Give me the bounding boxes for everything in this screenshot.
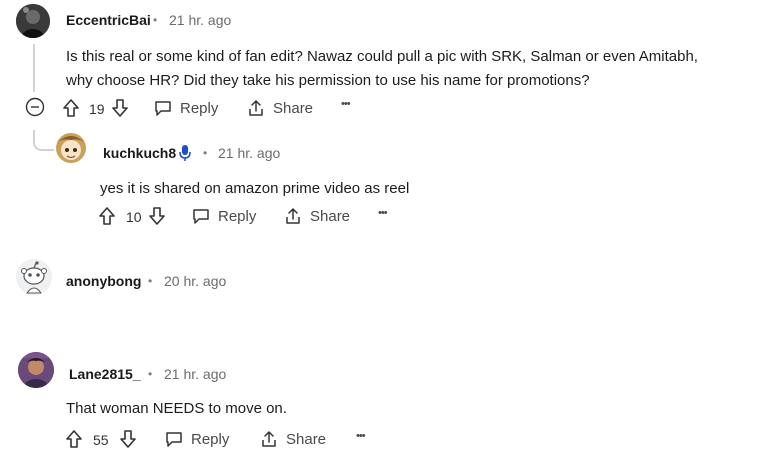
reply-label[interactable]: Reply (218, 208, 256, 225)
share-label[interactable]: Share (310, 208, 350, 225)
collapse-thread-icon[interactable] (25, 97, 45, 117)
user-avatar-icon (18, 352, 54, 388)
vote-count: 55 (93, 432, 109, 448)
comment-body: yes it is shared on amazon prime video a… (100, 180, 410, 197)
share-label[interactable]: Share (286, 431, 326, 448)
separator-dot: • (148, 367, 153, 381)
avatar[interactable] (16, 259, 52, 295)
username[interactable]: anonybong (66, 273, 141, 289)
comment-body-line: Is this real or some kind of fan edit? N… (66, 48, 698, 65)
avatar[interactable] (54, 132, 88, 166)
more-options-icon[interactable]: ••• (341, 98, 351, 110)
timestamp[interactable]: 20 hr. ago (164, 273, 226, 289)
separator-dot: • (148, 274, 153, 288)
downvote-icon[interactable] (119, 429, 137, 449)
share-icon[interactable] (259, 429, 279, 449)
upvote-icon[interactable] (65, 429, 83, 449)
user-avatar-icon (16, 4, 50, 38)
share-icon[interactable] (246, 98, 266, 118)
separator-dot: • (203, 146, 208, 160)
reply-icon[interactable] (191, 207, 211, 225)
username[interactable]: kuchkuch8 (103, 145, 176, 161)
username[interactable]: Lane2815_ (69, 366, 141, 382)
upvote-icon[interactable] (62, 98, 80, 118)
comment-body-line: why choose HR? Did they take his permiss… (66, 72, 590, 89)
timestamp[interactable]: 21 hr. ago (169, 12, 231, 28)
vote-count: 19 (89, 101, 105, 117)
downvote-icon[interactable] (148, 206, 166, 226)
avatar[interactable] (16, 4, 50, 38)
username[interactable]: EccentricBai (66, 12, 151, 28)
reply-label[interactable]: Reply (180, 100, 218, 117)
share-label[interactable]: Share (273, 100, 313, 117)
downvote-icon[interactable] (111, 98, 129, 118)
thread-line[interactable] (33, 44, 35, 92)
reply-label[interactable]: Reply (191, 431, 229, 448)
microphone-icon (179, 145, 191, 161)
reply-icon[interactable] (164, 430, 184, 448)
more-options-icon[interactable]: ••• (378, 207, 388, 219)
timestamp[interactable]: 21 hr. ago (218, 145, 280, 161)
avatar[interactable] (18, 352, 54, 388)
comment-body: That woman NEEDS to move on. (66, 400, 287, 417)
upvote-icon[interactable] (98, 206, 116, 226)
timestamp[interactable]: 21 hr. ago (164, 366, 226, 382)
user-avatar-icon (56, 133, 86, 163)
reply-icon[interactable] (153, 99, 173, 117)
vote-count: 10 (126, 209, 142, 225)
share-icon[interactable] (283, 206, 303, 226)
more-options-icon[interactable]: ••• (356, 430, 366, 442)
snoo-avatar-icon (16, 259, 52, 295)
separator-dot: • (153, 13, 158, 27)
